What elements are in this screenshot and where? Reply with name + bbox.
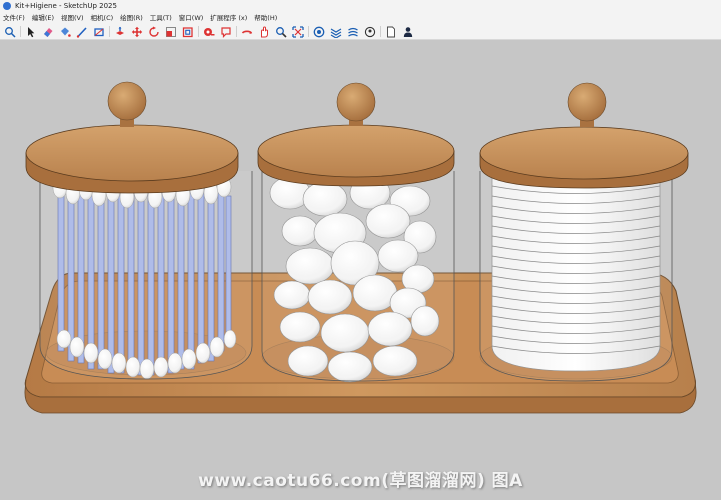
toolbar-separator [109,26,110,37]
layout-icon[interactable] [346,25,359,38]
zoom-icon[interactable] [274,25,287,38]
new-file-icon[interactable] [384,25,397,38]
menu-bar: 文件(F) 编辑(E) 视图(V) 相机(C) 绘图(R) 工具(T) 窗口(W… [0,12,721,24]
tape-measure-icon[interactable] [202,25,215,38]
select-arrow-icon[interactable] [24,25,37,38]
menu-view[interactable]: 视图(V) [58,12,88,24]
extension-warehouse-icon[interactable] [329,25,342,38]
move-icon[interactable] [130,25,143,38]
window-title: Kit+Higiene - SketchUp 2025 [15,2,117,10]
toolbar-separator [20,26,21,37]
rotate-icon[interactable] [147,25,160,38]
menu-file[interactable]: 文件(F) [0,12,29,24]
paint-bucket-icon[interactable] [58,25,71,38]
zoom-extents-icon[interactable] [291,25,304,38]
push-pull-icon[interactable] [113,25,126,38]
line-pencil-icon[interactable] [75,25,88,38]
toolbar-separator [236,26,237,37]
toolbar-separator [308,26,309,37]
jar-cotton-balls[interactable] [257,82,455,383]
orbit-icon[interactable] [240,25,253,38]
menu-extensions[interactable]: 扩展程序 (x) [207,12,251,24]
jar-lid-1[interactable] [25,81,239,194]
zoom-search-icon[interactable] [3,25,16,38]
title-bar: Kit+Higiene - SketchUp 2025 [0,0,721,12]
menu-help[interactable]: 帮助(H) [251,12,281,24]
main-toolbar [0,24,721,40]
toolbar-separator [198,26,199,37]
offset-icon[interactable] [181,25,194,38]
scale-icon[interactable] [164,25,177,38]
jar-cotton-pads[interactable] [479,82,689,382]
rectangle-icon[interactable] [92,25,105,38]
text-icon[interactable] [219,25,232,38]
3d-warehouse-icon[interactable] [312,25,325,38]
sketchup-logo-icon [3,2,11,10]
eraser-icon[interactable] [41,25,54,38]
menu-window[interactable]: 窗口(W) [176,12,208,24]
toolbar-separator [380,26,381,37]
menu-draw[interactable]: 绘图(R) [117,12,147,24]
account-icon[interactable] [363,25,376,38]
jar-lid-2[interactable] [257,82,455,187]
menu-tools[interactable]: 工具(T) [147,12,176,24]
menu-edit[interactable]: 编辑(E) [29,12,58,24]
pan-icon[interactable] [257,25,270,38]
jar-lid-3[interactable] [479,82,689,189]
user-icon[interactable] [401,25,414,38]
jar-cotton-swabs[interactable] [25,81,253,380]
watermark-text: www.caotu66.com(草图溜溜网) 图A [198,471,523,491]
model-viewport[interactable] [0,41,721,500]
menu-camera[interactable]: 相机(C) [88,12,118,24]
